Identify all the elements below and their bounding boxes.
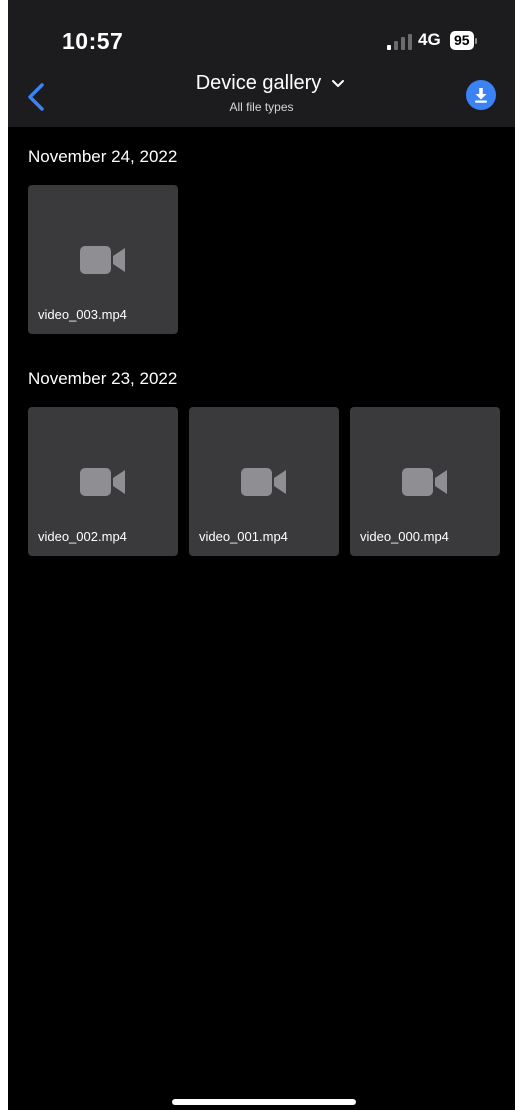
video-camera-icon: [241, 468, 286, 496]
page-title: Device gallery: [195, 72, 322, 94]
video-file-tile[interactable]: video_000.mp4: [350, 407, 500, 556]
chevron-down-icon: [332, 79, 345, 87]
battery-nub: [474, 37, 477, 44]
file-name: video_003.mp4: [38, 307, 127, 322]
video-file-tile[interactable]: video_002.mp4: [28, 407, 178, 556]
gallery-selector[interactable]: Device gallery: [196, 72, 346, 95]
battery-level: 95: [450, 31, 474, 50]
home-indicator[interactable]: [172, 1099, 356, 1105]
signal-strength-icon: [387, 34, 412, 50]
video-camera-icon: [402, 468, 447, 496]
section-date-header: November 24, 2022: [28, 147, 178, 166]
video-file-tile[interactable]: video_001.mp4: [189, 407, 339, 556]
file-type-filter-label: All file types: [229, 100, 294, 114]
status-bar: 10:57 4G 95: [8, 0, 515, 66]
status-time: 10:57: [62, 28, 124, 54]
download-button[interactable]: [466, 80, 496, 110]
battery-icon: 95: [450, 31, 477, 50]
title-group: Device gallery All file types: [8, 72, 515, 114]
section-date-header: November 23, 2022: [28, 369, 178, 388]
nav-bar: Device gallery All file types: [8, 66, 515, 127]
video-camera-icon: [80, 246, 125, 274]
file-name: video_002.mp4: [38, 529, 127, 544]
network-type: 4G: [418, 30, 441, 49]
video-file-tile[interactable]: video_003.mp4: [28, 185, 178, 334]
file-name: video_001.mp4: [199, 529, 288, 544]
download-icon: [475, 88, 487, 103]
file-name: video_000.mp4: [360, 529, 449, 544]
video-camera-icon: [80, 468, 125, 496]
screen: 10:57 4G 95 Device gallery All file type…: [8, 0, 515, 1110]
